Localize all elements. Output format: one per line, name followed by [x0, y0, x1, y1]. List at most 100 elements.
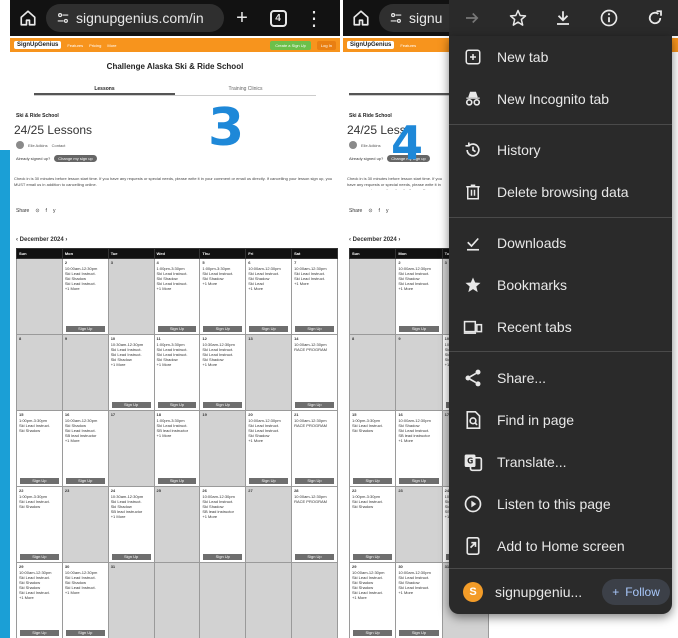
share-link[interactable]: Share: [349, 208, 362, 214]
menu-new-incognito-tab[interactable]: New Incognito tab: [449, 79, 672, 119]
new-tab-icon: [465, 49, 481, 65]
nav-more[interactable]: More: [107, 43, 116, 48]
sign-up-button[interactable]: Sign Up: [399, 630, 439, 636]
change-signup-button[interactable]: Change my sign up: [54, 155, 97, 162]
address-bar[interactable]: signupgenius.com/in: [46, 4, 224, 32]
sign-up-button[interactable]: Sign Up: [157, 326, 197, 332]
sign-up-button[interactable]: Sign Up: [295, 478, 334, 484]
download-button[interactable]: [547, 2, 579, 34]
create-signup-button[interactable]: Create a Sign Up: [270, 40, 311, 50]
tab-count: 4: [269, 9, 287, 27]
menu-recent-tabs[interactable]: Recent tabs: [449, 307, 672, 347]
nav-features[interactable]: Features: [400, 43, 416, 48]
site-logo[interactable]: SignUpGenius: [347, 41, 395, 49]
sign-up-button[interactable]: Sign Up: [203, 402, 243, 408]
menu-new-tab[interactable]: New tab: [449, 37, 672, 77]
calendar-day-cell: 2 10:00am-12:30pm Ski Lead Instruct. Ski …: [61, 258, 109, 335]
more-menu-button[interactable]: ⋮: [296, 0, 332, 36]
sign-up-button[interactable]: Sign Up: [399, 478, 439, 484]
refresh-icon: [648, 10, 662, 25]
calendar-day-cell: 8: [16, 334, 63, 411]
calendar-day-cell: 25: [153, 486, 201, 563]
login-button[interactable]: Log In: [316, 40, 336, 50]
forward-button[interactable]: [456, 2, 488, 34]
sign-up-button[interactable]: Sign Up: [157, 478, 197, 484]
sign-up-button[interactable]: Sign Up: [353, 554, 393, 560]
sign-up-button[interactable]: Sign Up: [353, 478, 393, 484]
email-icon[interactable]: ⊙: [368, 208, 372, 214]
sign-up-button[interactable]: Sign Up: [295, 326, 334, 332]
day-number: 18: [156, 412, 161, 417]
sign-up-button[interactable]: Sign Up: [65, 478, 105, 484]
recent-tabs-icon: [463, 320, 483, 334]
sign-up-button[interactable]: Sign Up: [249, 326, 289, 332]
sign-up-button[interactable]: Sign Up: [203, 326, 243, 332]
sign-up-button[interactable]: Sign Up: [20, 630, 59, 636]
menu-translate[interactable]: G Translate...: [449, 442, 672, 482]
menu-find-in-page[interactable]: Find in page: [449, 400, 672, 440]
weekday-header: Thu: [199, 248, 247, 259]
sign-up-button[interactable]: Sign Up: [65, 630, 105, 636]
sign-up-button[interactable]: Sign Up: [295, 554, 334, 560]
calendar-day-cell: 15 1:00pm-3:30pm Ski Lead Instruct. Ski S…: [16, 410, 63, 487]
nav-pricing[interactable]: Pricing: [89, 43, 101, 48]
calendar-day-cell: 16 10:00am-12:30pm Ski Shadow Ski Lead In…: [395, 410, 443, 487]
sign-up-button[interactable]: Sign Up: [20, 478, 59, 484]
sign-up-button[interactable]: Sign Up: [249, 478, 289, 484]
sign-up-button[interactable]: Sign Up: [399, 326, 439, 332]
menu-history[interactable]: History: [449, 130, 672, 170]
sign-up-button[interactable]: Sign Up: [111, 402, 151, 408]
calendar-week-row: 29 10:00am-12:30pm Ski Lead Instruct. Ski…: [16, 562, 338, 638]
menu-downloads[interactable]: Downloads: [449, 223, 672, 263]
day-number: 15: [352, 412, 357, 417]
share-link[interactable]: Share: [16, 208, 29, 214]
bookmark-button[interactable]: [502, 2, 534, 34]
sign-up-button[interactable]: Sign Up: [111, 554, 151, 560]
day-number: 5: [202, 260, 205, 265]
twitter-icon[interactable]: y: [53, 208, 56, 214]
reload-button[interactable]: [639, 2, 671, 34]
tab-switcher-button[interactable]: 4: [260, 0, 296, 36]
sign-up-button[interactable]: Sign Up: [353, 630, 393, 636]
sign-up-button[interactable]: Sign Up: [203, 554, 243, 560]
sign-up-button[interactable]: Sign Up: [295, 402, 334, 408]
sign-up-button[interactable]: Sign Up: [20, 554, 59, 560]
day-number: 12: [202, 336, 207, 341]
day-slots: 10:00am-12:30pm Ski Shadow Ski Lead Inst…: [64, 418, 98, 443]
menu-share[interactable]: Share...: [449, 358, 672, 398]
menu-delete-browsing-data[interactable]: Delete browsing data: [449, 172, 672, 212]
sign-up-button[interactable]: Sign Up: [65, 326, 105, 332]
facebook-icon[interactable]: f: [379, 208, 380, 214]
site-logo[interactable]: SignUpGenius: [14, 41, 62, 49]
page-info-button[interactable]: [593, 2, 625, 34]
day-number: 2: [64, 260, 68, 265]
nav-features[interactable]: Features: [67, 43, 83, 48]
calendar-month[interactable]: ‹ December 2024 ›: [16, 237, 67, 243]
day-number: 16: [398, 412, 403, 417]
menu-divider: [449, 351, 672, 352]
menu-add-to-home-screen[interactable]: Add to Home screen: [449, 526, 672, 566]
sign-up-button[interactable]: Sign Up: [157, 402, 197, 408]
find-icon: [466, 411, 481, 429]
menu-listen-to-page[interactable]: Listen to this page: [449, 484, 672, 524]
contact-link[interactable]: Contact: [52, 143, 66, 148]
menu-action-row: [449, 0, 678, 36]
menu-bookmarks[interactable]: Bookmarks: [449, 265, 672, 305]
tab-lessons[interactable]: Lessons: [34, 82, 175, 95]
home-button[interactable]: [10, 0, 46, 36]
calendar-month[interactable]: ‹ December 2024 ›: [349, 237, 400, 243]
day-number: 26: [202, 488, 207, 493]
home-button[interactable]: [343, 0, 379, 36]
calendar-day-cell: 8: [348, 334, 397, 411]
follow-button[interactable]: + Follow: [602, 579, 670, 605]
twitter-icon[interactable]: y: [386, 208, 389, 214]
calendar-day-cell: 2 10:00am-12:30pm Ski Lead Instruct. Ski …: [395, 258, 443, 335]
day-number: 4: [156, 260, 159, 265]
day-number: 24: [110, 488, 116, 493]
new-tab-button[interactable]: +: [224, 0, 260, 36]
more-vert-icon: ⋮: [304, 7, 324, 30]
tab-training-clinics[interactable]: Training Clinics: [175, 82, 316, 95]
day-number: 3: [110, 260, 113, 265]
facebook-icon[interactable]: f: [46, 208, 47, 214]
email-icon[interactable]: ⊙: [35, 208, 39, 214]
